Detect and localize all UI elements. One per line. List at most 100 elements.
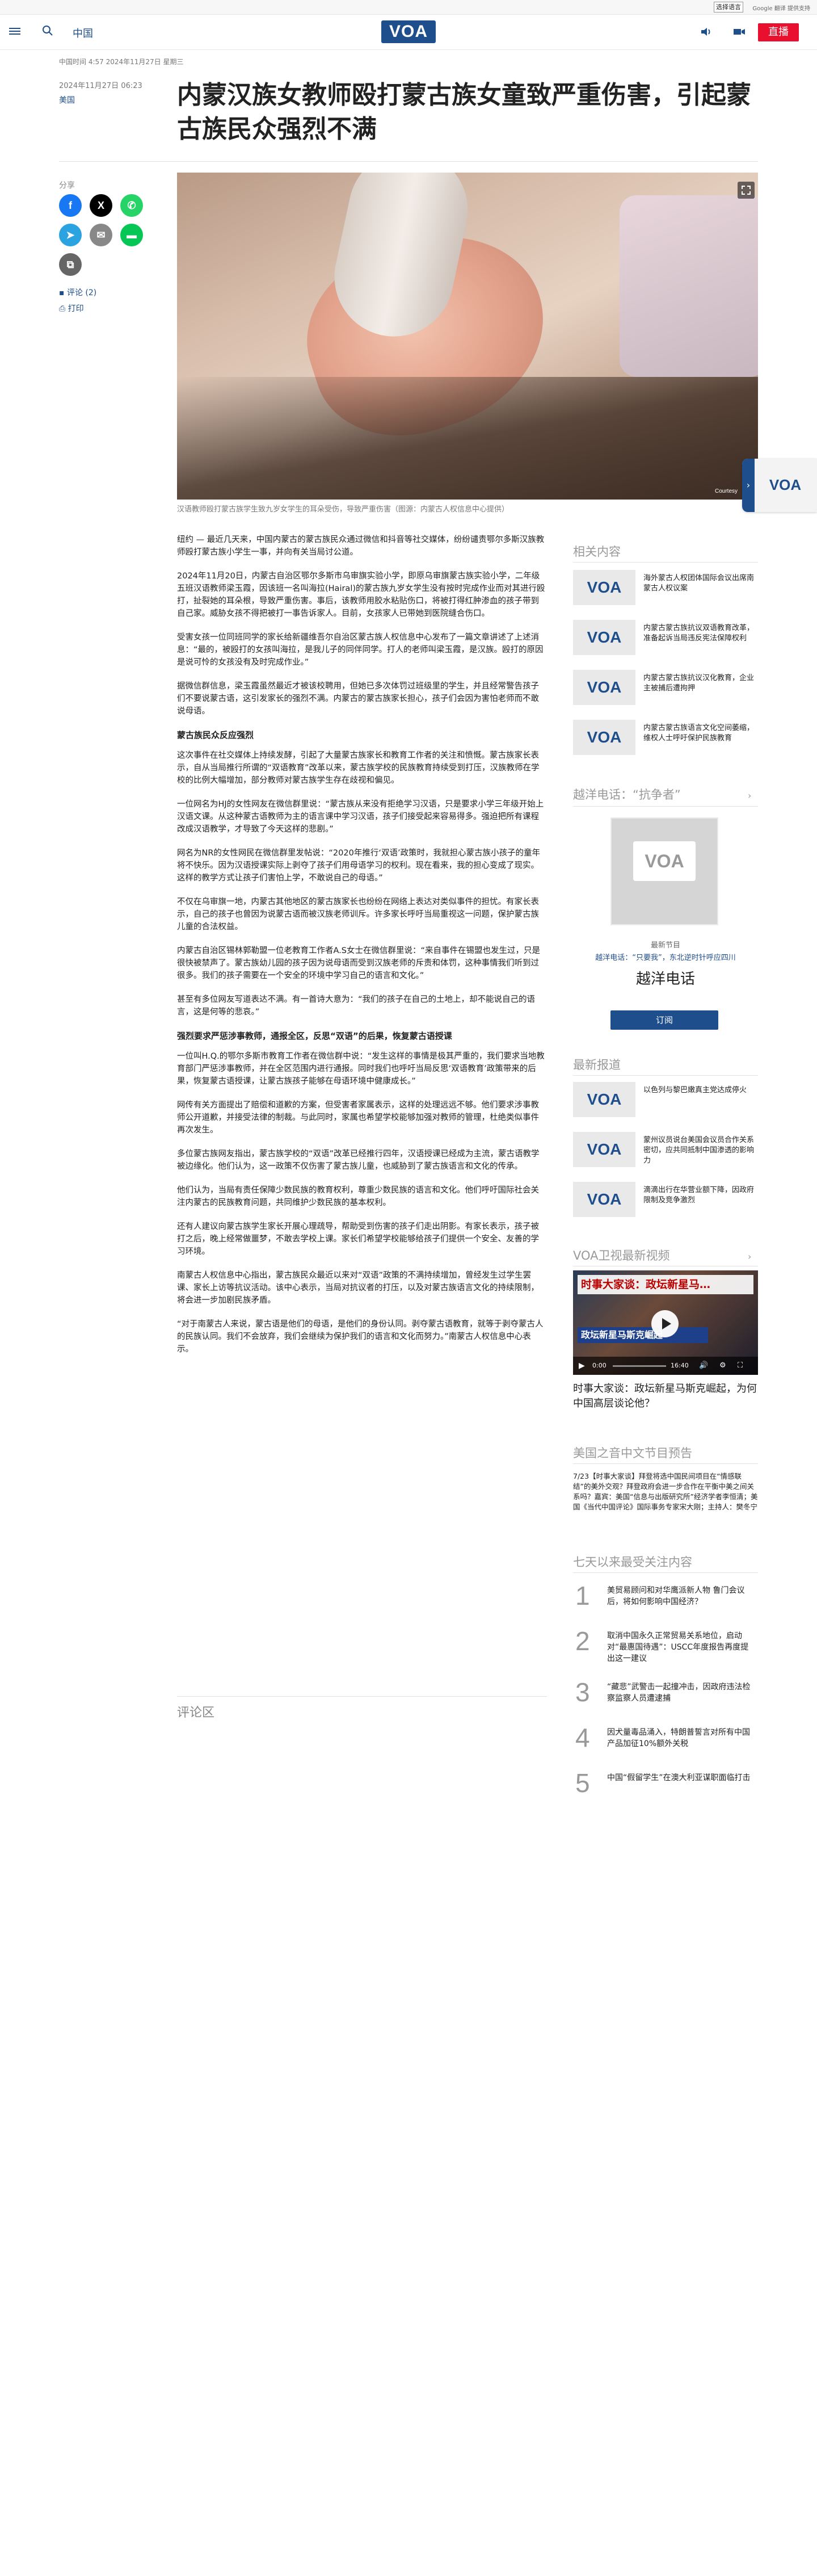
video-camera-icon[interactable] — [733, 26, 746, 37]
side-tab-arrow-icon[interactable]: › — [742, 459, 755, 512]
article-subheading: 强烈要求严惩涉事教师，通报全区，反思“双语”的后果，恢复蒙古语授课 — [177, 1031, 452, 1041]
latest-heading: 最新报道 — [573, 1058, 621, 1072]
article-paragraph: 南蒙古人权信息中心指出，蒙古族民众最近以来对“双语”政策的不满持续增加，曾经发生… — [177, 1271, 539, 1305]
facebook-share-icon[interactable]: f — [59, 194, 82, 217]
related-item-title[interactable]: 内蒙古蒙古族语言文化空间萎缩，维权人士呼吁保护民族教育 — [643, 723, 757, 744]
video-controls: ▶ 0:00 16:40 🔊 ⚙ ⛶ — [573, 1357, 758, 1375]
x-share-icon[interactable]: X — [90, 194, 112, 217]
play-button-icon[interactable] — [651, 1310, 679, 1337]
search-icon[interactable] — [42, 25, 53, 36]
article-paragraph: 网传有关方面提出了赔偿和道歉的方案，但受害者家属表示，这样的处理远远不够。他们要… — [177, 1101, 539, 1135]
hero-photo[interactable]: Courtesy — [177, 173, 758, 500]
popular-item-title[interactable]: 中国“假留学生”在澳大利亚谋职面临打击 — [607, 1772, 756, 1784]
related-item-title[interactable]: 内蒙古蒙古族抗议双语教育改革，准备起诉当局违反宪法保障权利 — [643, 623, 757, 644]
latest-item-title[interactable]: 滴滴出行在华营业额下降，因政府限制及竞争激烈 — [643, 1185, 757, 1206]
video-banner-top: 时事大家谈：政坛新星马… — [578, 1275, 753, 1294]
whatsapp-share-icon[interactable]: ✆ — [120, 194, 143, 217]
related-thumbnail: VOA — [573, 620, 635, 655]
popular-heading: 七天以来最受关注内容 — [573, 1555, 692, 1569]
tv-heading[interactable]: VOA卫视最新视频 — [573, 1247, 670, 1264]
translate-bar: 选择语言 Google 翻译 提供支持 — [0, 0, 817, 15]
popular-item-title[interactable]: 因犬量毒品涌入，特朗普誓言对所有中国产品加征10%额外关税 — [607, 1727, 756, 1750]
program-artwork[interactable]: VOA — [610, 817, 718, 925]
copy-link-icon[interactable]: ⧉ — [59, 253, 82, 276]
popular-rank: 1 — [575, 1581, 590, 1610]
popular-rank: 5 — [575, 1768, 590, 1798]
latest-thumbnail: VOA — [573, 1182, 635, 1217]
hamburger-menu-icon[interactable] — [9, 26, 20, 36]
popular-divider — [573, 1572, 758, 1573]
popular-item-title[interactable]: 美贸易顾问和对华鹰派新人物 鲁门会议后，将如何影响中国经济？ — [607, 1585, 756, 1608]
popular-rank: 2 — [575, 1626, 590, 1656]
related-item[interactable]: VOA 海外蒙古人权团体国际会议出席南蒙古人权议案 — [573, 570, 758, 612]
related-thumbnail: VOA — [573, 670, 635, 705]
latest-divider — [573, 1075, 758, 1076]
video-progress-track[interactable] — [613, 1365, 666, 1367]
volume-icon[interactable]: 🔊 — [699, 1361, 708, 1370]
latest-item-title[interactable]: 蒙州议员说台美国会议员合作关系密切，应共同抵制中国渗透的影响力 — [643, 1135, 757, 1166]
related-item[interactable]: VOA 内蒙古蒙古族抗议汉化教育，企业主被捕后遭拘押 — [573, 670, 758, 712]
popular-item[interactable]: 3 “藏悲”武警击一起撞冲击，因政府违法检察监察人员遭逮捕 — [573, 1678, 758, 1718]
article-paragraph: 还有人建议向蒙古族学生家长开展心理疏导，帮助受到伤害的孩子们走出阴影。有家长表示… — [177, 1222, 539, 1256]
article-paragraph: 多位蒙古族网友指出，蒙古族学校的“双语”改革已经推行四年，汉语授课已经成为主流，… — [177, 1149, 540, 1171]
hotline-heading[interactable]: 越洋电话：“抗争者” — [573, 786, 681, 803]
article-paragraph: 网名为NR的女性网民在微信群里发帖说：“2020年推行‘双语’政策时，我就担心蒙… — [177, 849, 541, 883]
popular-item[interactable]: 2 取消中国永久正常贸易关系地位，启动对“最惠国待遇”：USCC年度报告再度提出… — [573, 1627, 758, 1667]
article-subheading: 蒙古族民众反应强烈 — [177, 730, 254, 740]
latest-item[interactable]: VOA 滴滴出行在华营业额下降，因政府限制及竞争激烈 — [573, 1182, 758, 1224]
article-paragraph: 一位网名为HJ的女性网友在微信群里说：“蒙古族从来没有拒绝学习汉语，只是要求小学… — [177, 800, 544, 834]
chevron-right-icon[interactable]: › — [748, 790, 751, 801]
latest-item-title[interactable]: 以色列与黎巴嫩真主党达成停火 — [643, 1085, 757, 1096]
popular-item[interactable]: 5 中国“假留学生”在澳大利亚谋职面临打击 — [573, 1769, 758, 1809]
program-latest-title[interactable]: 越洋电话：“只要我”，东北逆时针呼应四川 — [573, 951, 758, 962]
latest-item[interactable]: VOA 蒙州议员说台美国会议员合作关系密切，应共同抵制中国渗透的影响力 — [573, 1132, 758, 1174]
related-item[interactable]: VOA 内蒙古蒙古族语言文化空间萎缩，维权人士呼吁保护民族教育 — [573, 720, 758, 762]
related-thumbnail: VOA — [573, 720, 635, 755]
hero-photo-cloth — [620, 195, 758, 377]
video-banner-mid: 政坛新星马斯克崛起 — [578, 1327, 708, 1343]
control-play-icon[interactable]: ▶ — [579, 1361, 585, 1370]
popular-item[interactable]: 1 美贸易顾问和对华鹰派新人物 鲁门会议后，将如何影响中国经济？ — [573, 1581, 758, 1621]
fullscreen-icon[interactable]: ⛶ — [738, 1361, 743, 1370]
subscribe-button[interactable]: 订阅 — [610, 1010, 718, 1030]
language-select[interactable]: 选择语言 — [714, 2, 743, 12]
translate-credit: Google 翻译 提供支持 — [752, 6, 810, 12]
live-button[interactable]: 直播 — [758, 23, 799, 41]
hero-photo-hair — [177, 377, 758, 500]
voa-logo[interactable]: VOA — [381, 20, 436, 43]
popular-item-title[interactable]: 取消中国永久正常贸易关系地位，启动对“最惠国待遇”：USCC年度报告再度提出这一… — [607, 1630, 756, 1664]
related-item-title[interactable]: 海外蒙古人权团体国际会议出席南蒙古人权议案 — [643, 573, 757, 594]
comments-link-label: 评论 (2) — [66, 288, 97, 297]
related-item-title[interactable]: 内蒙古蒙古族抗议汉化教育，企业主被捕后遭拘押 — [643, 673, 757, 694]
floating-side-tab[interactable]: › VOA — [742, 459, 817, 512]
program-latest-label: 最新节目 — [650, 941, 680, 950]
telegram-share-icon[interactable]: ➤ — [59, 224, 82, 246]
audio-schedule-text[interactable]: 7/23【时事大家谈】拜登将选中国民间项目在“情感联结”的美外交观？拜登政府会进… — [573, 1471, 758, 1512]
email-share-icon[interactable]: ✉ — [90, 224, 112, 246]
article-paragraph: 纽约 — 最近几天来，中国内蒙古的蒙古族民众通过微信和抖音等社交媒体，纷纷谴责鄂… — [177, 535, 545, 557]
category-link[interactable]: 美国 — [59, 94, 75, 106]
related-item[interactable]: VOA 内蒙古蒙古族抗议双语教育改革，准备起诉当局违反宪法保障权利 — [573, 620, 758, 662]
video-current-time: 0:00 — [592, 1362, 607, 1369]
related-heading: 相关内容 — [573, 545, 621, 559]
video-title[interactable]: 时事大家谈：政坛新星马斯克崛起，为何中国高层谈论他？ — [573, 1382, 758, 1411]
chevron-right-icon[interactable]: › — [748, 1251, 751, 1262]
popular-item[interactable]: 4 因犬量毒品涌入，特朗普誓言对所有中国产品加征10%额外关税 — [573, 1723, 758, 1763]
comments-link[interactable]: ▪ 评论 (2) — [59, 287, 96, 298]
site-header: 中国 VOA 直播 — [0, 15, 817, 50]
settings-gear-icon[interactable]: ⚙ — [719, 1361, 726, 1370]
audio-divider — [573, 1463, 758, 1464]
latest-item[interactable]: VOA 以色列与黎巴嫩真主党达成停火 — [573, 1082, 758, 1124]
popular-item-title[interactable]: “藏悲”武警击一起撞冲击，因政府违法检察监察人员遭逮捕 — [607, 1681, 756, 1704]
article-title: 内蒙汉族女教师殴打蒙古族女童致严重伤害，引起蒙古族民众强烈不满 — [177, 81, 751, 144]
article-paragraph: 一位叫H.Q.的鄂尔多斯市教育工作者在微信群中说：“发生这样的事情是极其严重的，… — [177, 1052, 545, 1086]
related-divider — [573, 562, 758, 563]
expand-icon[interactable] — [738, 182, 755, 199]
print-link[interactable]: ⎙ 打印 — [59, 303, 84, 314]
speaker-icon[interactable] — [700, 26, 713, 37]
video-player[interactable]: 时事大家谈：政坛新星马… 政坛新星马斯克崛起 ▶ 0:00 16:40 🔊 ⚙ … — [573, 1270, 758, 1375]
article-paragraph: “对于南蒙古人来说，蒙古语是他们的母语，是他们的身份认同。剥夺蒙古语教育，就等于… — [177, 1320, 544, 1354]
line-share-icon[interactable]: ▬ — [120, 224, 143, 246]
article-paragraph: 受害女孩一位同班同学的家长给新疆维吾尔自治区蒙古族人权信息中心发布了一篇文章讲述… — [177, 633, 544, 667]
section-link-china[interactable]: 中国 — [73, 26, 93, 40]
